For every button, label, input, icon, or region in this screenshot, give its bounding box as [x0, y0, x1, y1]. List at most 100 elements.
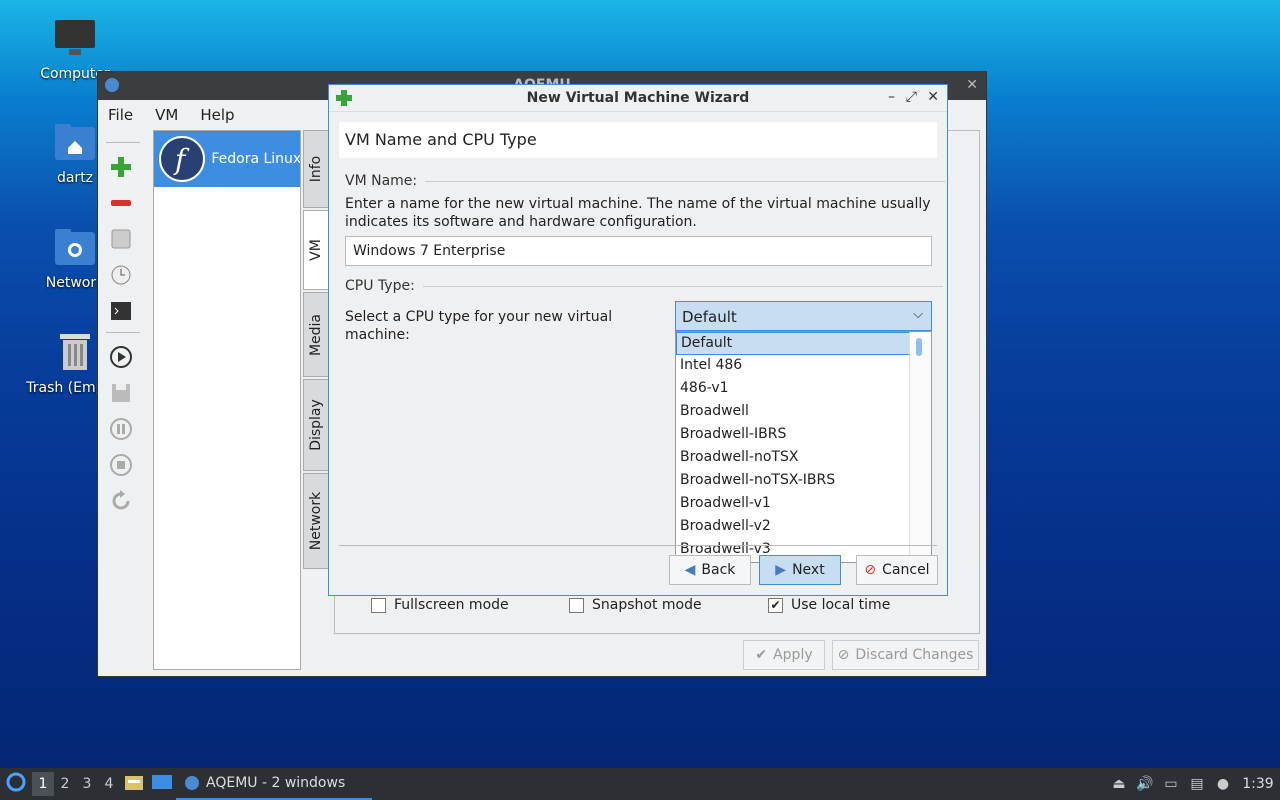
back-button[interactable]: ◀ Back	[669, 555, 751, 585]
refresh-icon	[112, 490, 130, 510]
scrollbar-thumb[interactable]	[916, 338, 922, 356]
cpu-option[interactable]: 486-v1	[676, 378, 910, 401]
disk-icon	[111, 229, 131, 249]
menu-file[interactable]: File	[108, 106, 133, 124]
tab-info[interactable]: Info	[303, 130, 329, 208]
maximize-icon[interactable]: ⤢	[906, 89, 917, 105]
tab-label: Display	[308, 399, 324, 451]
cancel-icon: ⊘	[864, 562, 877, 578]
tab-display[interactable]: Display	[303, 379, 329, 471]
wizard-divider	[339, 545, 937, 546]
checkbox-box[interactable]: ✔	[768, 597, 783, 613]
cpu-selected-value: Default	[682, 308, 737, 326]
cpu-option[interactable]: Broadwell-v2	[676, 516, 910, 539]
new-vm-wizard-dialog: New Virtual Machine Wizard – ⤢ ✕ VM Name…	[328, 84, 948, 596]
vm-list-item[interactable]: f Fedora Linux	[154, 131, 300, 187]
minimize-icon[interactable]: –	[888, 89, 895, 105]
task-label: AQEMU - 2 windows	[206, 775, 346, 791]
file-manager-icon[interactable]	[120, 774, 148, 794]
reset-vm-button[interactable]	[106, 486, 136, 516]
menu-help[interactable]: Help	[200, 106, 234, 124]
check-icon: ✔	[755, 647, 768, 663]
start-vm-button[interactable]	[106, 342, 136, 372]
cpu-option[interactable]: Intel 486	[676, 355, 910, 378]
toolbar-divider	[106, 142, 140, 144]
pause-icon	[110, 418, 132, 440]
discard-changes-button[interactable]: ⊘ Discard Changes	[832, 640, 979, 670]
button-label: Discard Changes	[855, 647, 974, 663]
snapshot-checkbox[interactable]: Snapshot mode	[569, 597, 702, 613]
plus-icon	[111, 157, 131, 177]
eject-icon[interactable]: ⏏	[1106, 776, 1132, 792]
tab-network[interactable]: Network	[303, 473, 329, 569]
history-button[interactable]	[106, 260, 136, 290]
settings-tabs: Info VM Media Display Network	[303, 130, 329, 575]
stop-vm-button[interactable]	[106, 450, 136, 480]
pause-vm-button[interactable]	[106, 414, 136, 444]
close-icon[interactable]: ✕	[927, 89, 939, 105]
minus-icon	[111, 200, 131, 206]
cpu-option[interactable]: Broadwell	[676, 401, 910, 424]
workspace-1[interactable]: 1	[32, 772, 54, 796]
wizard-title: New Virtual Machine Wizard	[526, 90, 750, 106]
save-vm-button[interactable]	[106, 378, 136, 408]
cpu-option[interactable]: Broadwell-noTSX-IBRS	[676, 470, 910, 493]
start-menu-icon[interactable]	[0, 772, 32, 796]
play-icon	[110, 346, 132, 368]
next-button[interactable]: ▶ Next	[759, 555, 841, 585]
cpu-option[interactable]: Broadwell-IBRS	[676, 424, 910, 447]
dropdown-scrollbar[interactable]	[909, 332, 931, 562]
save-icon	[112, 384, 130, 402]
menu-vm[interactable]: VM	[155, 106, 178, 124]
taskbar: 1 2 3 4 AQEMU - 2 windows ⏏ 🔊 ▭ ▤ ● 1:39	[0, 768, 1280, 800]
terminal-icon	[111, 302, 131, 320]
cpu-type-select[interactable]: Default ⌵	[675, 301, 932, 331]
apply-button[interactable]: ✔ Apply	[743, 640, 825, 670]
chevron-down-icon: ⌵	[913, 307, 923, 322]
button-label: Next	[792, 562, 825, 578]
workspace-2[interactable]: 2	[54, 776, 76, 792]
vm-name-input[interactable]: Windows 7 Enterprise	[345, 236, 932, 266]
local-time-checkbox[interactable]: ✔ Use local time	[768, 597, 890, 613]
cpu-option[interactable]: Default	[676, 332, 910, 355]
taskbar-task-aqemu[interactable]: AQEMU - 2 windows	[176, 768, 372, 800]
vm-name: Fedora Linux	[211, 151, 300, 167]
tab-label: VM	[308, 239, 324, 261]
terminal-button[interactable]	[106, 296, 136, 326]
fullscreen-checkbox[interactable]: Fullscreen mode	[371, 597, 509, 613]
remove-vm-button[interactable]	[106, 188, 136, 218]
button-label: Apply	[773, 647, 813, 663]
clock: 1:39	[1242, 776, 1274, 792]
clipboard-icon[interactable]: ▤	[1184, 776, 1210, 792]
tab-media[interactable]: Media	[303, 292, 329, 377]
main-close-icon[interactable]: ✕	[966, 77, 978, 93]
group-label: VM Name:	[345, 173, 418, 189]
tab-vm[interactable]: VM	[303, 210, 329, 290]
notification-icon[interactable]: ●	[1210, 776, 1236, 792]
volume-icon[interactable]: 🔊	[1132, 776, 1158, 792]
vm-properties-button[interactable]	[106, 224, 136, 254]
arrow-left-icon: ◀	[684, 562, 696, 578]
group-label: CPU Type:	[345, 278, 415, 294]
network-status-icon[interactable]: ▭	[1158, 776, 1184, 792]
cpu-option[interactable]: Broadwell-noTSX	[676, 447, 910, 470]
add-vm-button[interactable]	[106, 152, 136, 182]
workspace-4[interactable]: 4	[98, 776, 120, 792]
computer-icon	[25, 18, 125, 62]
toolbar-divider	[106, 332, 140, 334]
show-desktop-icon[interactable]	[148, 774, 176, 794]
cancel-button[interactable]: ⊘ Cancel	[856, 555, 938, 585]
cpu-type-prompt: Select a CPU type for your new virtual m…	[345, 309, 613, 343]
stop-icon	[110, 454, 132, 476]
checkbox-box[interactable]	[569, 597, 584, 613]
cpu-option[interactable]: Broadwell-v1	[676, 493, 910, 516]
button-label: Back	[701, 562, 736, 578]
tab-label: Media	[308, 313, 324, 356]
checkbox-box[interactable]	[371, 597, 386, 613]
wizard-titlebar: New Virtual Machine Wizard – ⤢ ✕	[329, 85, 947, 112]
fedora-logo-icon: f	[159, 136, 205, 182]
tab-label: Network	[308, 491, 324, 551]
workspace-3[interactable]: 3	[76, 776, 98, 792]
discard-icon: ⊘	[837, 647, 850, 663]
wizard-page-header: VM Name and CPU Type	[339, 122, 937, 158]
